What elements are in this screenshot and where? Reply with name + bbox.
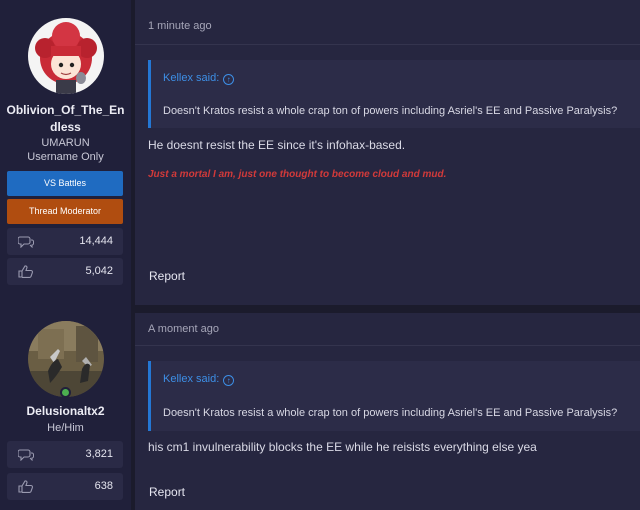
post-timestamp[interactable]: A moment ago [148,323,219,335]
messages-stat: 14,444 [7,228,123,255]
quote-up-arrow-icon[interactable]: ↑ [223,375,235,386]
online-status-indicator [60,387,71,398]
quote-text: Doesn't Kratos resist a whole crap ton o… [163,407,618,419]
vs-battles-banner: VS Battles [7,171,123,196]
quote-author[interactable]: Kellex said: ↑ [163,373,235,386]
report-link[interactable]: Report [149,269,185,283]
reactions-count: 638 [94,480,113,492]
separator [135,345,640,346]
user-title: He/Him [47,422,84,434]
username[interactable]: Oblivion_Of_The_En [0,102,131,118]
post-content [135,0,640,305]
messages-icon [17,448,34,462]
messages-stat: 3,821 [7,441,123,468]
username-continued[interactable]: dless [0,119,131,135]
reactions-icon [18,480,34,493]
quote-text: Doesn't Kratos resist a whole crap ton o… [163,105,618,117]
quote-block: Kellex said: ↑ Doesn't Kratos resist a wh… [148,361,640,431]
thread-moderator-banner: Thread Moderator [7,199,123,224]
signature: Just a mortal I am, just one thought to … [148,169,447,180]
messages-count: 3,821 [85,448,113,460]
separator [135,44,640,45]
quote-author[interactable]: Kellex said: ↑ [163,72,235,85]
avatar[interactable] [28,321,104,397]
messages-count: 14,444 [79,235,113,247]
quote-block: Kellex said: ↑ Doesn't Kratos resist a wh… [148,60,640,128]
avatar[interactable] [28,18,104,94]
reactions-stat: 638 [7,473,123,500]
post-timestamp[interactable]: 1 minute ago [148,20,212,32]
user-panel: Delusionaltx2 He/Him 3,821 638 [0,305,131,510]
reactions-stat: 5,042 [7,258,123,285]
username[interactable]: Delusionaltx2 [0,403,131,419]
user-title-secondary: Username Only [27,151,104,163]
message-text: his cm1 invulnerability blocks the EE wh… [148,440,537,454]
message-text: He doesnt resist the EE since it's infoh… [148,138,406,152]
user-panel: Oblivion_Of_The_En dless UMARUN Username… [0,0,131,305]
reactions-count: 5,042 [85,265,113,277]
user-title: UMARUN [41,137,90,149]
post: Delusionaltx2 He/Him 3,821 638 A moment … [0,305,640,510]
messages-icon [17,235,34,249]
report-link[interactable]: Report [149,485,185,499]
reactions-icon [18,265,34,278]
post-divider [135,305,640,313]
post: Oblivion_Of_The_En dless UMARUN Username… [0,0,640,305]
quote-up-arrow-icon[interactable]: ↑ [223,74,235,85]
